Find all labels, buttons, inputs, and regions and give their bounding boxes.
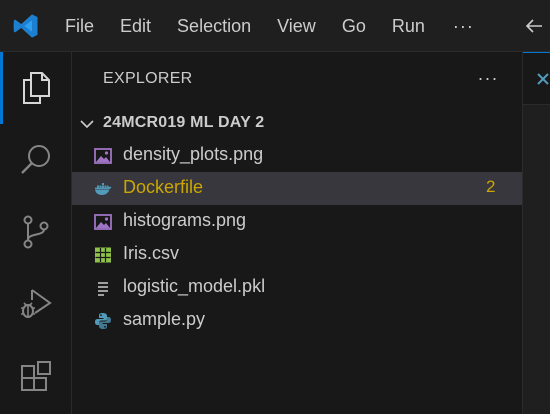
menu-bar: File Edit Selection View Go Run ··· — [52, 0, 489, 52]
editor-area — [522, 52, 550, 414]
file-item-iris-csv[interactable]: Iris.csv — [72, 238, 522, 271]
file-name: histograms.png — [123, 210, 247, 230]
extensions-icon — [21, 361, 51, 391]
menu-run[interactable]: Run — [379, 0, 438, 52]
file-item-logistic-model[interactable]: logistic_model.pkl — [72, 271, 522, 304]
file-item-density-plots[interactable]: density_plots.png — [72, 139, 522, 172]
file-item-sample-py[interactable]: sample.py — [72, 304, 522, 337]
menu-edit[interactable]: Edit — [107, 0, 164, 52]
activity-search[interactable] — [0, 124, 72, 196]
activity-explorer[interactable] — [0, 52, 72, 124]
file-name: sample.py — [123, 309, 206, 329]
run-debug-icon — [21, 289, 52, 318]
explorer-title: EXPLORER — [103, 70, 193, 87]
file-item-histograms[interactable]: histograms.png — [72, 205, 522, 238]
problem-count-badge: 2 — [486, 177, 496, 196]
close-icon[interactable] — [535, 71, 550, 87]
editor-tab[interactable] — [523, 52, 550, 104]
explorer-sidebar: EXPLORER ··· 24MCR019 ML DAY 2 density_p… — [72, 52, 522, 414]
python-file-icon — [95, 313, 111, 329]
menu-view[interactable]: View — [264, 0, 329, 52]
search-icon — [21, 145, 50, 174]
source-control-icon — [23, 215, 49, 249]
menu-file[interactable]: File — [52, 0, 107, 52]
text-file-icon — [98, 282, 108, 296]
folder-name: 24MCR019 ML DAY 2 — [103, 114, 265, 131]
back-arrow-icon[interactable] — [518, 0, 550, 52]
csv-file-icon — [95, 247, 111, 263]
activity-run-debug[interactable] — [0, 268, 72, 340]
menu-more-button[interactable]: ··· — [438, 0, 489, 52]
image-file-icon — [94, 148, 112, 164]
tab-bar-divider — [523, 104, 550, 105]
menu-go[interactable]: Go — [329, 0, 379, 52]
file-name: logistic_model.pkl — [123, 276, 266, 296]
explorer-icon — [23, 72, 50, 104]
explorer-header: EXPLORER ··· — [72, 52, 522, 108]
vscode-logo-icon[interactable] — [0, 0, 52, 52]
chevron-down-icon — [80, 120, 94, 129]
file-name: density_plots.png — [123, 144, 264, 164]
title-bar: File Edit Selection View Go Run ··· — [0, 0, 550, 52]
file-name: Iris.csv — [123, 243, 179, 263]
menu-selection[interactable]: Selection — [164, 0, 264, 52]
activity-extensions[interactable] — [0, 342, 72, 414]
folder-row[interactable]: 24MCR019 ML DAY 2 — [72, 108, 522, 138]
file-name: Dockerfile — [123, 177, 204, 197]
explorer-more-button[interactable]: ··· — [472, 60, 504, 96]
docker-file-icon — [95, 183, 112, 195]
activity-bar — [0, 52, 72, 414]
image-file-icon — [94, 214, 112, 230]
file-item-dockerfile[interactable]: Dockerfile 2 — [72, 172, 522, 205]
activity-source-control[interactable] — [0, 196, 72, 268]
